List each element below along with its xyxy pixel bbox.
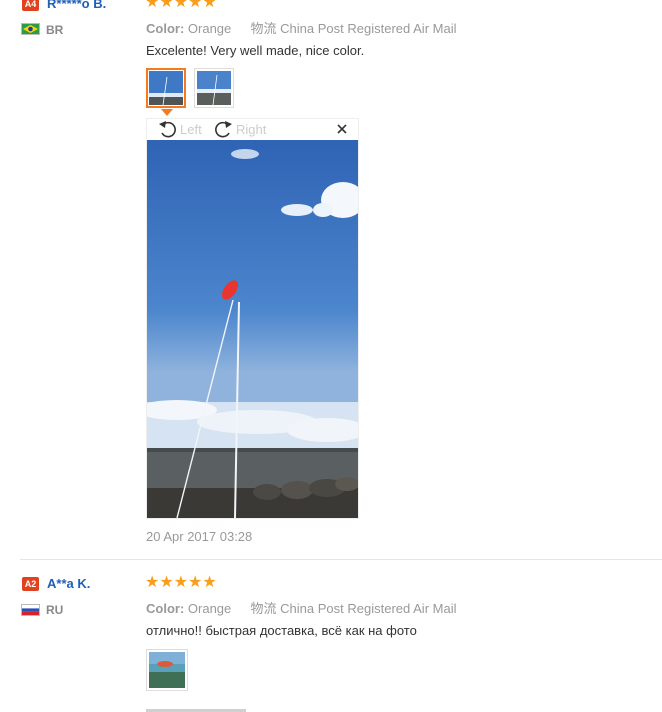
order-info: Color: Orange 物流 China Post Registered A…: [146, 18, 456, 37]
brazil-flag-icon: [21, 23, 40, 35]
color-value: Orange: [187, 601, 232, 616]
review-photo-thumb-1[interactable]: [146, 68, 186, 108]
buyer-level-badge: A4: [22, 0, 39, 11]
shipping-value: China Post Registered Air Mail: [280, 21, 457, 36]
rotate-right-icon: [215, 121, 232, 138]
review-photo-thumb-1[interactable]: [146, 649, 188, 691]
active-thumb-pointer: [161, 109, 173, 116]
shipping-label: 物流: [250, 21, 277, 36]
review-photo-large: [147, 140, 358, 518]
buyer-level-badge: A2: [22, 577, 39, 591]
shipping-label: 物流: [250, 601, 277, 616]
buyer-name[interactable]: R*****o B.: [47, 0, 106, 11]
rotate-right-label: Right: [236, 122, 267, 137]
color-label: Color:: [146, 21, 185, 36]
buyer-name[interactable]: A**a K.: [47, 576, 90, 591]
review-divider: [20, 559, 662, 560]
rotate-left-icon: [159, 121, 176, 138]
review-text: Excelente! Very well made, nice color.: [146, 43, 365, 58]
close-viewer-button[interactable]: [336, 123, 348, 135]
review-text: отлично!! быстрая доставка, всё как на ф…: [146, 623, 417, 638]
review-date: 20 Apr 2017 03:28: [146, 529, 253, 544]
color-label: Color:: [146, 601, 185, 616]
buyer-country: BR: [46, 23, 64, 37]
review-date-clipped: [146, 706, 266, 712]
rating-stars: ★★★★★: [145, 574, 217, 591]
shipping-value: China Post Registered Air Mail: [280, 601, 457, 616]
close-icon: [337, 124, 347, 134]
order-info: Color: Orange 物流 China Post Registered A…: [146, 598, 456, 617]
rotate-left-label: Left: [180, 122, 202, 137]
buyer-country: RU: [46, 603, 64, 617]
rating-stars: ★★★★★: [145, 0, 217, 11]
russia-flag-icon: [21, 604, 40, 616]
review-photo-thumb-2[interactable]: [194, 68, 234, 108]
color-value: Orange: [187, 21, 232, 36]
